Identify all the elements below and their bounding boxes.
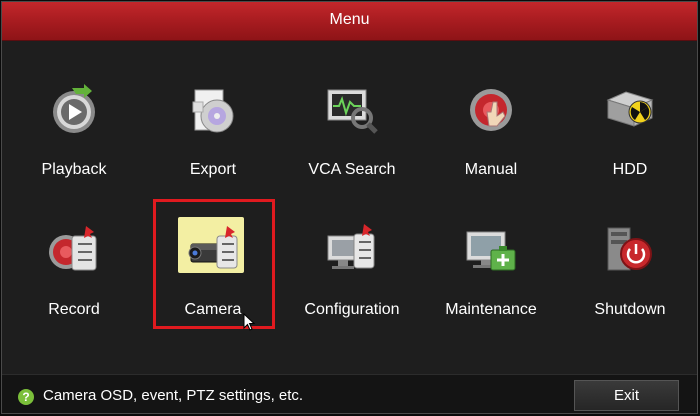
menu-item-label: Maintenance [445, 301, 537, 318]
record-icon [49, 226, 97, 271]
menu-item-label: Shutdown [594, 301, 666, 318]
hdd-icon [606, 91, 654, 127]
menu-item-vca-search[interactable]: VCA Search [287, 62, 417, 182]
menu-item-shutdown[interactable]: Shutdown [565, 202, 695, 322]
configuration-icon [327, 224, 375, 269]
menu-item-label: Manual [464, 161, 518, 178]
menu-item-label: VCA Search [308, 161, 396, 178]
menu-item-label: Playback [41, 161, 107, 178]
menu-item-label: Record [48, 301, 100, 318]
selection-frame [153, 199, 275, 329]
manual-record-icon [470, 89, 512, 131]
maintenance-icon [466, 231, 516, 271]
export-disc-icon [192, 89, 234, 133]
menu-item-label: Configuration [304, 301, 400, 318]
vca-search-icon [327, 89, 378, 134]
menu-item-manual[interactable]: Manual [426, 62, 556, 182]
menu-item-label: HDD [612, 161, 648, 178]
status-bar: ? Camera OSD, event, PTZ settings, etc. … [2, 374, 697, 413]
menu-item-configuration[interactable]: Configuration [287, 202, 417, 322]
menu-item-record[interactable]: Record [9, 202, 139, 322]
shutdown-icon [607, 227, 652, 271]
playback-icon [53, 84, 95, 133]
menu-item-hdd[interactable]: HDD [565, 62, 695, 182]
menu-item-maintenance[interactable]: Maintenance [426, 202, 556, 322]
menu-item-label: Export [189, 161, 237, 178]
menu-window: Menu Playback Export VCA Search Manual H… [1, 1, 698, 414]
exit-button[interactable]: Exit [574, 380, 679, 411]
menu-item-playback[interactable]: Playback [9, 62, 139, 182]
window-title: Menu [2, 2, 697, 41]
help-icon: ? [18, 389, 34, 405]
menu-item-export[interactable]: Export [148, 62, 278, 182]
status-description: Camera OSD, event, PTZ settings, etc. [43, 387, 304, 404]
mouse-pointer-icon [243, 313, 256, 331]
